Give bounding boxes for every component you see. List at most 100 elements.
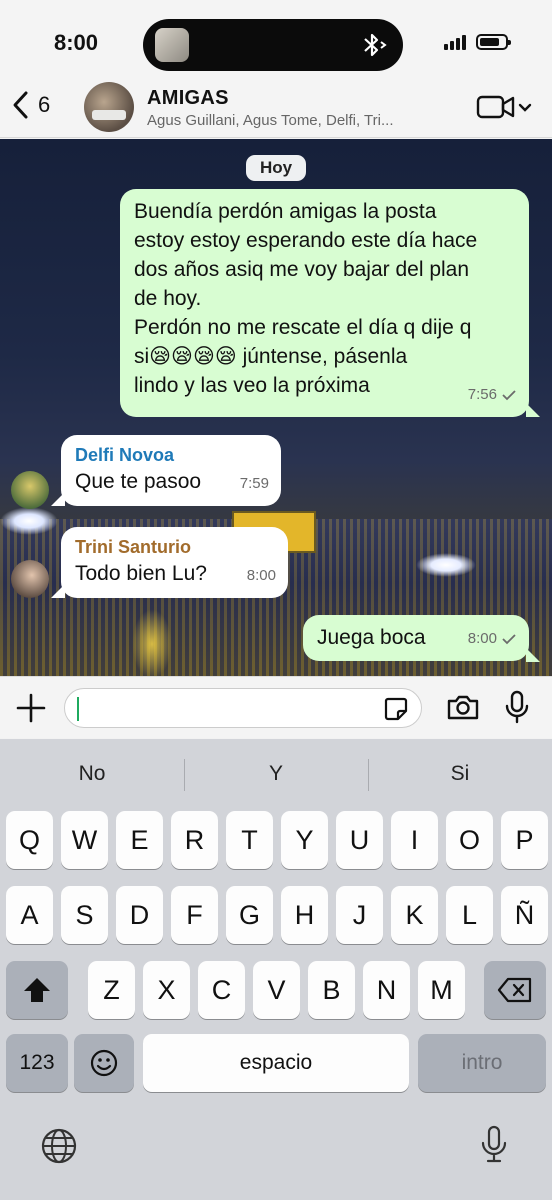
predictive-suggestions: No Y Si bbox=[0, 739, 552, 809]
unread-chats-count: 6 bbox=[38, 92, 51, 117]
sender-name[interactable]: Delfi Novoa bbox=[75, 443, 267, 467]
voice-note-button[interactable] bbox=[504, 690, 530, 729]
chat-header: 6 AMIGAS Agus Guillani, Agus Tome, Delfi… bbox=[0, 80, 552, 138]
group-members[interactable]: Agus Guillani, Agus Tome, Delfi, Tri... bbox=[147, 112, 394, 129]
globe-icon bbox=[41, 1128, 77, 1164]
backspace-icon bbox=[497, 977, 532, 1003]
status-time: 8:00 bbox=[54, 30, 99, 55]
message-input[interactable] bbox=[64, 688, 422, 728]
message-composer bbox=[0, 676, 552, 738]
keyboard: No Y Si QWERTYUIOP ASDFGHJKLÑ ZXCVBNM 12… bbox=[0, 739, 552, 1200]
delete-key[interactable] bbox=[484, 961, 546, 1019]
wallpaper-light bbox=[416, 553, 476, 577]
message-line: estoy estoy esperando este día hace bbox=[134, 229, 478, 252]
suggestion[interactable]: No bbox=[0, 739, 184, 809]
sender-name[interactable]: Trini Santurio bbox=[75, 535, 274, 559]
camera-button[interactable] bbox=[446, 693, 480, 726]
message-meta: 8:00 bbox=[468, 624, 517, 653]
key-l[interactable]: L bbox=[446, 886, 493, 944]
key-o[interactable]: O bbox=[446, 811, 493, 869]
message-text: Que te pasoo bbox=[75, 470, 202, 493]
sticker-button[interactable] bbox=[383, 696, 409, 727]
dynamic-island bbox=[143, 19, 403, 71]
status-bar: 8:00 bbox=[0, 0, 552, 80]
chevron-down-icon[interactable] bbox=[518, 100, 532, 118]
status-indicators bbox=[444, 34, 511, 50]
wallpaper-light bbox=[0, 507, 58, 535]
key-h[interactable]: H bbox=[281, 886, 328, 944]
key-v[interactable]: V bbox=[253, 961, 300, 1019]
key-t[interactable]: T bbox=[226, 811, 273, 869]
message-time: 8:00 bbox=[247, 561, 276, 590]
key-a[interactable]: A bbox=[6, 886, 53, 944]
dictation-button[interactable] bbox=[480, 1125, 508, 1170]
bluetooth-icon bbox=[361, 32, 389, 63]
key-j[interactable]: J bbox=[336, 886, 383, 944]
key-g[interactable]: G bbox=[226, 886, 273, 944]
attach-button[interactable] bbox=[14, 691, 48, 730]
wallpaper-flare bbox=[132, 609, 172, 676]
suggestion[interactable]: Si bbox=[368, 739, 552, 809]
key-c[interactable]: C bbox=[198, 961, 245, 1019]
suggestion[interactable]: Y bbox=[184, 739, 368, 809]
chat-messages-area[interactable]: Hoy Buendía perdón amigas la posta estoy… bbox=[0, 139, 552, 676]
message-time: 7:59 bbox=[240, 469, 269, 498]
key-m[interactable]: M bbox=[418, 961, 465, 1019]
key-n[interactable]: N bbox=[363, 961, 410, 1019]
sent-check-icon bbox=[502, 389, 516, 400]
message-line: si😪😪😪😪 júntense, pásenla bbox=[134, 345, 408, 368]
group-avatar[interactable] bbox=[84, 82, 134, 132]
key-z[interactable]: Z bbox=[88, 961, 135, 1019]
message-line: de hoy. bbox=[134, 287, 202, 310]
member-avatar[interactable] bbox=[11, 471, 49, 509]
key-q[interactable]: Q bbox=[6, 811, 53, 869]
message-bubble-outgoing[interactable]: Juega boca 8:00 bbox=[303, 615, 529, 661]
emoji-icon bbox=[90, 1049, 118, 1077]
key-w[interactable]: W bbox=[61, 811, 108, 869]
key-u[interactable]: U bbox=[336, 811, 383, 869]
battery-icon bbox=[476, 34, 511, 50]
now-playing-app-icon bbox=[155, 28, 189, 62]
return-key[interactable]: intro bbox=[418, 1034, 546, 1092]
key-b[interactable]: B bbox=[308, 961, 355, 1019]
video-camera-icon bbox=[476, 95, 515, 119]
back-button[interactable]: 6 bbox=[10, 90, 50, 120]
shift-key[interactable] bbox=[6, 961, 68, 1019]
message-text: Buendía perdón amigas la posta estoy est… bbox=[134, 197, 515, 400]
key-d[interactable]: D bbox=[116, 886, 163, 944]
message-bubble-incoming[interactable]: Delfi Novoa Que te pasoo 7:59 bbox=[61, 435, 281, 506]
key-r[interactable]: R bbox=[171, 811, 218, 869]
plus-icon bbox=[16, 693, 46, 723]
text-cursor bbox=[77, 697, 79, 721]
key-e[interactable]: E bbox=[116, 811, 163, 869]
key-i[interactable]: I bbox=[391, 811, 438, 869]
key-f[interactable]: F bbox=[171, 886, 218, 944]
message-meta: 7:56 bbox=[468, 380, 517, 409]
message-line: Buendía perdón amigas la posta bbox=[134, 200, 437, 223]
message-bubble-outgoing[interactable]: Buendía perdón amigas la posta estoy est… bbox=[120, 189, 529, 417]
member-avatar[interactable] bbox=[11, 560, 49, 598]
space-key[interactable]: espacio bbox=[143, 1034, 409, 1092]
group-name[interactable]: AMIGAS bbox=[147, 87, 229, 110]
message-text: Todo bien Lu? bbox=[75, 562, 207, 585]
key-k[interactable]: K bbox=[391, 886, 438, 944]
numbers-key[interactable]: 123 bbox=[6, 1034, 68, 1092]
message-bubble-incoming[interactable]: Trini Santurio Todo bien Lu? 8:00 bbox=[61, 527, 288, 598]
bubble-tail bbox=[51, 492, 65, 506]
sent-check-icon bbox=[502, 633, 516, 644]
message-time-value: 7:59 bbox=[239, 475, 269, 492]
video-call-button[interactable] bbox=[476, 94, 516, 125]
microphone-icon bbox=[481, 1125, 507, 1163]
key-p[interactable]: P bbox=[501, 811, 548, 869]
message-line: dos años asiq me voy bajar del plan bbox=[134, 258, 470, 281]
message-time-value: 8:00 bbox=[246, 567, 276, 584]
emoji-key[interactable] bbox=[74, 1034, 134, 1092]
key-y[interactable]: Y bbox=[281, 811, 328, 869]
key-s[interactable]: S bbox=[61, 886, 108, 944]
key-ñ[interactable]: Ñ bbox=[501, 886, 548, 944]
globe-button[interactable] bbox=[40, 1127, 78, 1170]
key-x[interactable]: X bbox=[143, 961, 190, 1019]
message-line: Perdón no me rescate el día q dije q bbox=[134, 316, 472, 339]
shift-arrow-icon bbox=[24, 978, 50, 1002]
chevron-left-icon bbox=[13, 91, 28, 119]
